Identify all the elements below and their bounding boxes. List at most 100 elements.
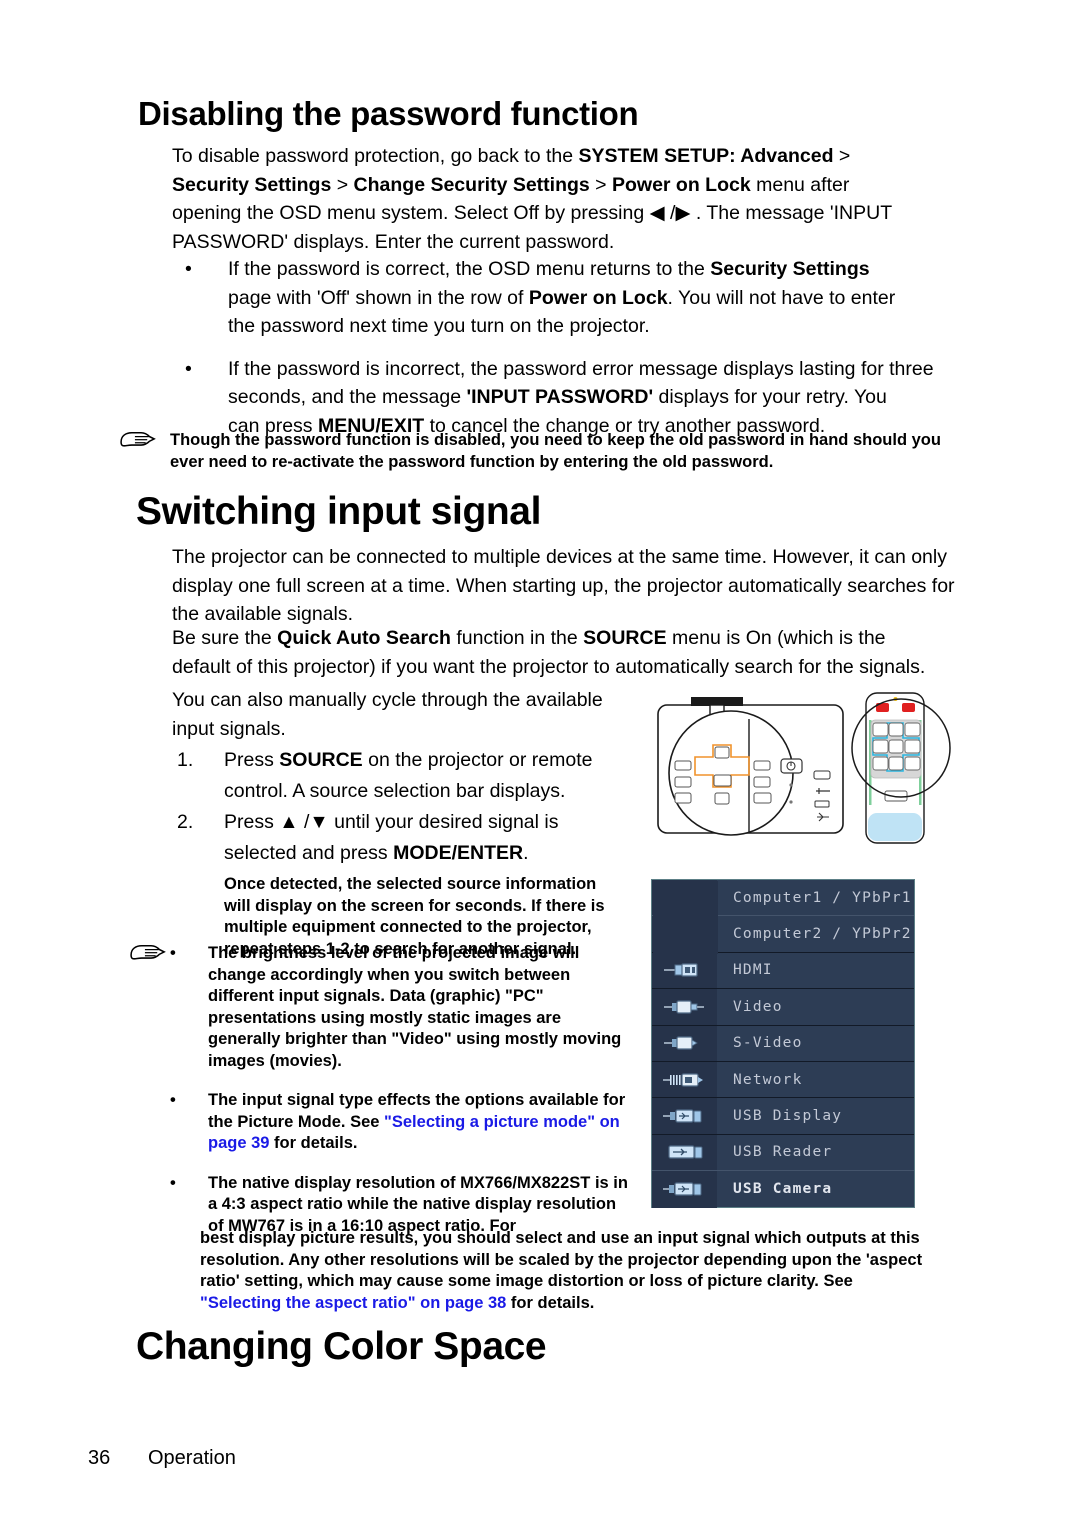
link-selecting-aspect-ratio[interactable]: "Selecting the aspect ratio" on page 38: [200, 1294, 506, 1312]
note-signals: • The brightness level of the projected …: [128, 943, 628, 1237]
sw-p2-c: function in the: [450, 627, 584, 649]
s1-l2: control. A source selection bar displays…: [224, 780, 566, 802]
list-item: • If the password is correct, the OSD me…: [185, 255, 970, 341]
nb0-l5: generally brighter than "Video" using mo…: [208, 1030, 558, 1048]
note-password: Though the password function is disabled…: [118, 430, 978, 473]
switching-paragraph-1: The projector can be connected to multip…: [172, 543, 972, 629]
sw-p3-l1: You can also manually cycle through the …: [172, 689, 603, 711]
bullet-marker: •: [185, 357, 192, 380]
page-title-switching-input: Switching input signal: [136, 490, 542, 533]
bullet-text: If the password is incorrect, the passwo…: [228, 355, 970, 441]
composite-video-icon: [652, 989, 717, 1025]
intro-line1-a: To disable password protection, go back …: [172, 145, 579, 167]
menu-label: USB Reader: [733, 1144, 833, 1161]
menu-label: S-Video: [733, 1035, 803, 1052]
s2-l2b: MODE/ENTER: [393, 842, 524, 864]
step-number: 1.: [177, 749, 194, 771]
nb1-l3b: for details.: [269, 1134, 358, 1152]
password-bullet-list: • If the password is correct, the OSD me…: [185, 255, 970, 440]
sw-p1-l3: the available signals.: [172, 603, 354, 625]
pb0-l2a: page with 'Off' shown in the row of: [228, 286, 529, 309]
nb0-l3: different input signals. Data (graphic) …: [208, 987, 544, 1005]
pb0-l3: the password next time you turn on the p…: [228, 315, 650, 337]
list-item: • The input signal type effects the opti…: [170, 1090, 630, 1155]
intro-line1-c: >: [833, 145, 851, 167]
list-item: • The brightness level of the projected …: [170, 943, 630, 1072]
menu-label: Computer2 / YPbPr2: [733, 926, 912, 943]
switching-paragraph-3: You can also manually cycle through the …: [172, 686, 632, 743]
nb1-l1: The input signal type effects the option…: [208, 1091, 599, 1109]
sw-p1-l2: display one full screen at a time. When …: [172, 574, 955, 597]
nb0-l1: The brightness level of the projected im…: [208, 944, 580, 962]
nb2-wide-l1: best display picture results, you should…: [200, 1229, 920, 1247]
step-item-2: 2. Press ▲ /▼ until your desired signal …: [177, 807, 637, 960]
menu-item-hdmi[interactable]: HDMI: [652, 952, 914, 990]
s2-sub-l2: will display on the screen for seconds. …: [224, 896, 605, 915]
note-password-line2: ever need to re-activate the password fu…: [170, 452, 774, 471]
step-item-1: 1. Press SOURCE on the projector or remo…: [177, 745, 637, 807]
menu-label: USB Camera: [733, 1181, 833, 1198]
pointing-hand-icon: [128, 943, 168, 967]
source-selection-menu[interactable]: Computer1 / YPbPr1 Computer2 / YPbPr2 HD…: [651, 879, 915, 1208]
bullet-text: The brightness level of the projected im…: [208, 943, 630, 1072]
manual-page: Disabling the password function To disab…: [0, 0, 1080, 1527]
intro-line4: PASSWORD' displays. Enter the current pa…: [172, 230, 615, 253]
step-number: 2.: [177, 811, 194, 833]
s2-sub-l3: multiple equipment connected to the proj…: [224, 918, 592, 936]
intro-line2-d: >: [589, 173, 612, 196]
nb0-l4: presentations using mostly static images…: [208, 1008, 562, 1027]
list-item: • If the password is incorrect, the pass…: [185, 355, 970, 441]
intro-line2-c: Change Security Settings: [353, 173, 590, 196]
menu-label: USB Display: [733, 1108, 843, 1125]
pb0-l2c: . You will not have to enter: [667, 286, 896, 309]
vga-icon-group-bg: [653, 881, 718, 954]
usb-reader-icon: [652, 1134, 717, 1171]
s2-sub-l1: Once detected, the selected source infor…: [224, 875, 597, 893]
intro-line2-f: menu after: [750, 173, 850, 196]
sw-p2-b: Quick Auto Search: [277, 627, 451, 649]
bullet-text: If the password is correct, the OSD menu…: [228, 255, 970, 341]
pb1-l2a: seconds, and the message: [228, 386, 467, 408]
sw-p2-f: default of this projector) if you want t…: [172, 655, 926, 678]
step-text: Press SOURCE on the projector or remote …: [224, 745, 637, 807]
s2-l2a: selected and press: [224, 842, 394, 864]
bullet-marker: •: [185, 258, 192, 280]
menu-item-s-video[interactable]: S-Video: [652, 1025, 914, 1062]
nb2-wide-l2: resolution. Any other resolutions will b…: [200, 1250, 923, 1269]
s1-l1c: on the projector or remote: [362, 749, 593, 771]
pb1-l1: If the password is incorrect, the passwo…: [228, 357, 934, 380]
intro-paragraph: To disable password protection, go back …: [172, 142, 962, 256]
menu-item-network[interactable]: Network: [652, 1061, 914, 1099]
step-text: Press ▲ /▼ until your desired signal is …: [224, 807, 654, 960]
footer-section-label: Operation: [148, 1447, 236, 1469]
sw-p2-e: menu is On (which is the: [666, 627, 886, 649]
menu-label: Network: [733, 1071, 803, 1088]
pb1-l2b: 'INPUT PASSWORD': [466, 386, 654, 408]
pb1-l2c: displays for your retry. You: [653, 386, 887, 408]
bullet-marker: •: [170, 1091, 176, 1109]
nb2-wide-l4b: for details.: [506, 1293, 595, 1312]
intro-line2-b: >: [331, 173, 354, 196]
network-connector-icon: [652, 1061, 717, 1098]
menu-label: HDMI: [733, 962, 773, 979]
s1-l1a: Press: [224, 749, 280, 771]
intro-line2-a: Security Settings: [172, 173, 332, 196]
menu-label: Computer1 / YPbPr1: [733, 889, 912, 906]
sw-p3-l2: input signals.: [172, 717, 286, 740]
hdmi-connector-icon: [652, 952, 717, 989]
menu-label: Video: [733, 998, 783, 1015]
menu-item-video[interactable]: Video: [652, 989, 914, 1026]
switching-paragraph-2: Be sure the Quick Auto Search function i…: [172, 624, 972, 681]
s1-l1b: SOURCE: [279, 749, 363, 771]
note-password-line1: Though the password function is disabled…: [170, 431, 941, 449]
menu-item-usb-camera[interactable]: USB Camera: [652, 1171, 914, 1208]
menu-item-usb-reader[interactable]: USB Reader: [652, 1134, 914, 1172]
s2-l1: Press ▲ /▼ until your desired signal is: [224, 811, 559, 833]
menu-item-usb-display[interactable]: USB Display: [652, 1098, 914, 1135]
usb-display-icon: [652, 1098, 717, 1134]
usb-camera-icon: [652, 1171, 717, 1208]
page-number: 36: [88, 1447, 111, 1469]
bullet-text: The input signal type effects the option…: [208, 1090, 630, 1155]
link-selecting-picture-mode[interactable]: "Selecting a picture: [384, 1113, 539, 1131]
intro-line1-bold: SYSTEM SETUP: Advanced: [578, 145, 834, 167]
